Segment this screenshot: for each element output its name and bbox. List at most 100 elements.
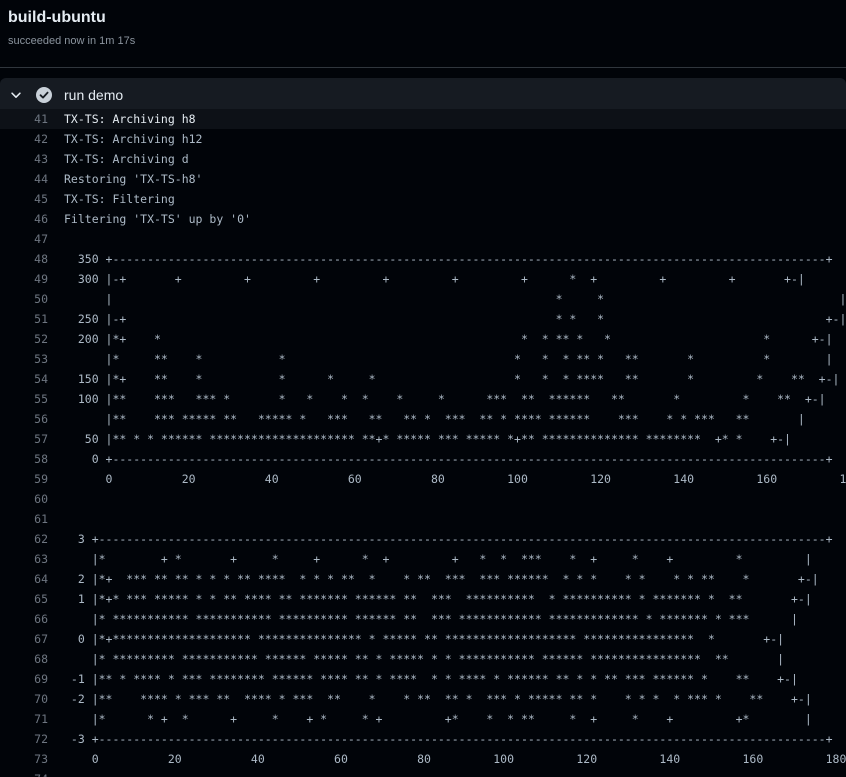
line-text: |* + * + * + * + + * * *** * + * + * |	[64, 552, 812, 566]
line-number[interactable]: 47	[0, 229, 48, 249]
line-text: -1 |** * **** * *** ******** ****** ****…	[64, 672, 798, 686]
line-text: TX-TS: Archiving d	[64, 152, 189, 166]
line-text: -2 |** **** * *** ** **** * *** ** * * *…	[64, 692, 812, 706]
line-text: TX-TS: Archiving h8	[64, 112, 196, 126]
log-line[interactable]: 52 200 |*+ * * * ** * * * +-|	[0, 329, 846, 349]
chevron-down-icon[interactable]	[9, 88, 23, 102]
line-number[interactable]: 74	[0, 769, 48, 777]
log-line[interactable]: 45 TX-TS: Filtering	[0, 189, 846, 209]
line-number[interactable]: 67	[0, 629, 48, 649]
log-line[interactable]: 56 |** *** ***** ** ***** * *** ** ** * …	[0, 409, 846, 429]
job-status: succeeded now in 1m 17s	[8, 35, 136, 47]
log-line[interactable]: 41 TX-TS: Archiving h8	[0, 109, 846, 129]
log-line[interactable]: 63 |* + * + * + * + + * * *** * + * + * …	[0, 549, 846, 569]
line-number[interactable]: 44	[0, 169, 48, 189]
log-line[interactable]: 46 Filtering 'TX-TS' up by '0'	[0, 209, 846, 229]
log-line[interactable]: 67 0 |*+******************** ***********…	[0, 629, 846, 649]
line-number[interactable]: 65	[0, 589, 48, 609]
line-text: Restoring 'TX-TS-h8'	[64, 172, 203, 186]
line-text: 250 |-+ * * * +-|	[64, 312, 846, 326]
log-line[interactable]: 72 -3 +---------------------------------…	[0, 729, 846, 749]
line-number[interactable]: 50	[0, 289, 48, 309]
log-line[interactable]: 70 -2 |** **** * *** ** **** * *** ** * …	[0, 689, 846, 709]
log-line[interactable]: 71 |* * + * + * + * * + +* * * ** * + * …	[0, 709, 846, 729]
line-text: 50 |** * * ****** ********************* …	[64, 432, 791, 446]
line-text: 100 |** *** *** * * * * * * * *** ** ***…	[64, 392, 826, 406]
line-number[interactable]: 53	[0, 349, 48, 369]
line-number[interactable]: 42	[0, 129, 48, 149]
line-number[interactable]: 73	[0, 749, 48, 769]
line-number[interactable]: 70	[0, 689, 48, 709]
line-number[interactable]: 48	[0, 249, 48, 269]
line-text: 200 |*+ * * * ** * * * +-|	[64, 332, 833, 346]
log-line[interactable]: 59 0 20 40 60 80 100 120 140 160 180 200	[0, 469, 846, 489]
log-line[interactable]: 55 100 |** *** *** * * * * * * * *** ** …	[0, 389, 846, 409]
line-text: Filtering 'TX-TS' up by '0'	[64, 212, 251, 226]
line-number[interactable]: 69	[0, 669, 48, 689]
line-text: | * * |	[64, 292, 846, 306]
line-text: -3 +------------------------------------…	[64, 732, 833, 746]
line-text: |* *********** *********** ********** **…	[64, 612, 798, 626]
line-text: 0 20 40 60 80 100 120 140 160 180 200	[105, 472, 846, 486]
line-number[interactable]: 61	[0, 509, 48, 529]
line-number[interactable]: 51	[0, 309, 48, 329]
line-number[interactable]: 55	[0, 389, 48, 409]
line-text: |* * + * + * + * * + +* * * ** * + * + +…	[64, 712, 812, 726]
log-line[interactable]: 62 3 +----------------------------------…	[0, 529, 846, 549]
job-header: build-ubuntu succeeded now in 1m 17s	[0, 0, 846, 68]
line-number[interactable]: 68	[0, 649, 48, 669]
log-line[interactable]: 64 2 |*+ *** ** ** * * * ** **** * * * *…	[0, 569, 846, 589]
log-line[interactable]: 43 TX-TS: Archiving d	[0, 149, 846, 169]
line-text: TX-TS: Filtering	[64, 192, 175, 206]
line-text: 0 |*+******************** **************…	[64, 632, 785, 646]
step-name: run demo	[64, 87, 124, 103]
log-line[interactable]: 54 150 |*+ ** * * * * * * * **** ** * * …	[0, 369, 846, 389]
line-number[interactable]: 41	[0, 109, 48, 129]
line-number[interactable]: 63	[0, 549, 48, 569]
line-text: |* ********* *********** ****** ***** **…	[64, 652, 785, 666]
log-line[interactable]: 48 350 +--------------------------------…	[0, 249, 846, 269]
line-text: |** *** ***** ** ***** * *** ** ** * ***…	[64, 412, 805, 426]
log-line[interactable]: 65 1 |*+* *** ***** * * ** **** ** *****…	[0, 589, 846, 609]
line-text: |* ** * * * * * ** * ** * * |	[64, 352, 833, 366]
line-number[interactable]: 54	[0, 369, 48, 389]
job-title: build-ubuntu	[8, 9, 106, 26]
log-line[interactable]: 68 |* ********* *********** ****** *****…	[0, 649, 846, 669]
line-number[interactable]: 56	[0, 409, 48, 429]
line-number[interactable]: 60	[0, 489, 48, 509]
line-number[interactable]: 72	[0, 729, 48, 749]
line-number[interactable]: 49	[0, 269, 48, 289]
line-number[interactable]: 64	[0, 569, 48, 589]
line-number[interactable]: 46	[0, 209, 48, 229]
log-line[interactable]: 66 |* *********** *********** **********…	[0, 609, 846, 629]
line-number[interactable]: 57	[0, 429, 48, 449]
log-line[interactable]: 50 | * * |	[0, 289, 846, 309]
log-line[interactable]: 58 0 +----------------------------------…	[0, 449, 846, 469]
log-line[interactable]: 47	[0, 229, 846, 249]
log-line[interactable]: 57 50 |** * * ****** *******************…	[0, 429, 846, 449]
line-number[interactable]: 45	[0, 189, 48, 209]
log-line[interactable]: 69 -1 |** * **** * *** ******** ****** *…	[0, 669, 846, 689]
log-line[interactable]: 61	[0, 509, 846, 529]
log-line[interactable]: 49 300 |-+ + + + + + + * + + + +-|	[0, 269, 846, 289]
line-number[interactable]: 58	[0, 449, 48, 469]
line-text: 350 +-----------------------------------…	[64, 252, 833, 266]
line-number[interactable]: 52	[0, 329, 48, 349]
line-number[interactable]: 43	[0, 149, 48, 169]
log-line[interactable]: 73 0 20 40 60 80 100 120 140 160 180 200	[0, 749, 846, 769]
log-line[interactable]: 51 250 |-+ * * * +-|	[0, 309, 846, 329]
log-line[interactable]: 42 TX-TS: Archiving h12	[0, 129, 846, 149]
line-text: 3 +-------------------------------------…	[64, 532, 833, 546]
log-line[interactable]: 60	[0, 489, 846, 509]
step-header[interactable]: run demo	[0, 78, 846, 112]
line-number[interactable]: 59	[0, 469, 48, 489]
check-circle-icon	[36, 87, 52, 103]
line-number[interactable]: 71	[0, 709, 48, 729]
log-line[interactable]: 53 |* ** * * * * * ** * ** * * |	[0, 349, 846, 369]
log-line[interactable]: 74	[0, 769, 846, 777]
log-line[interactable]: 44 Restoring 'TX-TS-h8'	[0, 169, 846, 189]
line-text: 1 |*+* *** ***** * * ** **** ** ******* …	[64, 592, 812, 606]
line-text: 150 |*+ ** * * * * * * * **** ** * * ** …	[64, 372, 840, 386]
line-number[interactable]: 62	[0, 529, 48, 549]
line-number[interactable]: 66	[0, 609, 48, 629]
